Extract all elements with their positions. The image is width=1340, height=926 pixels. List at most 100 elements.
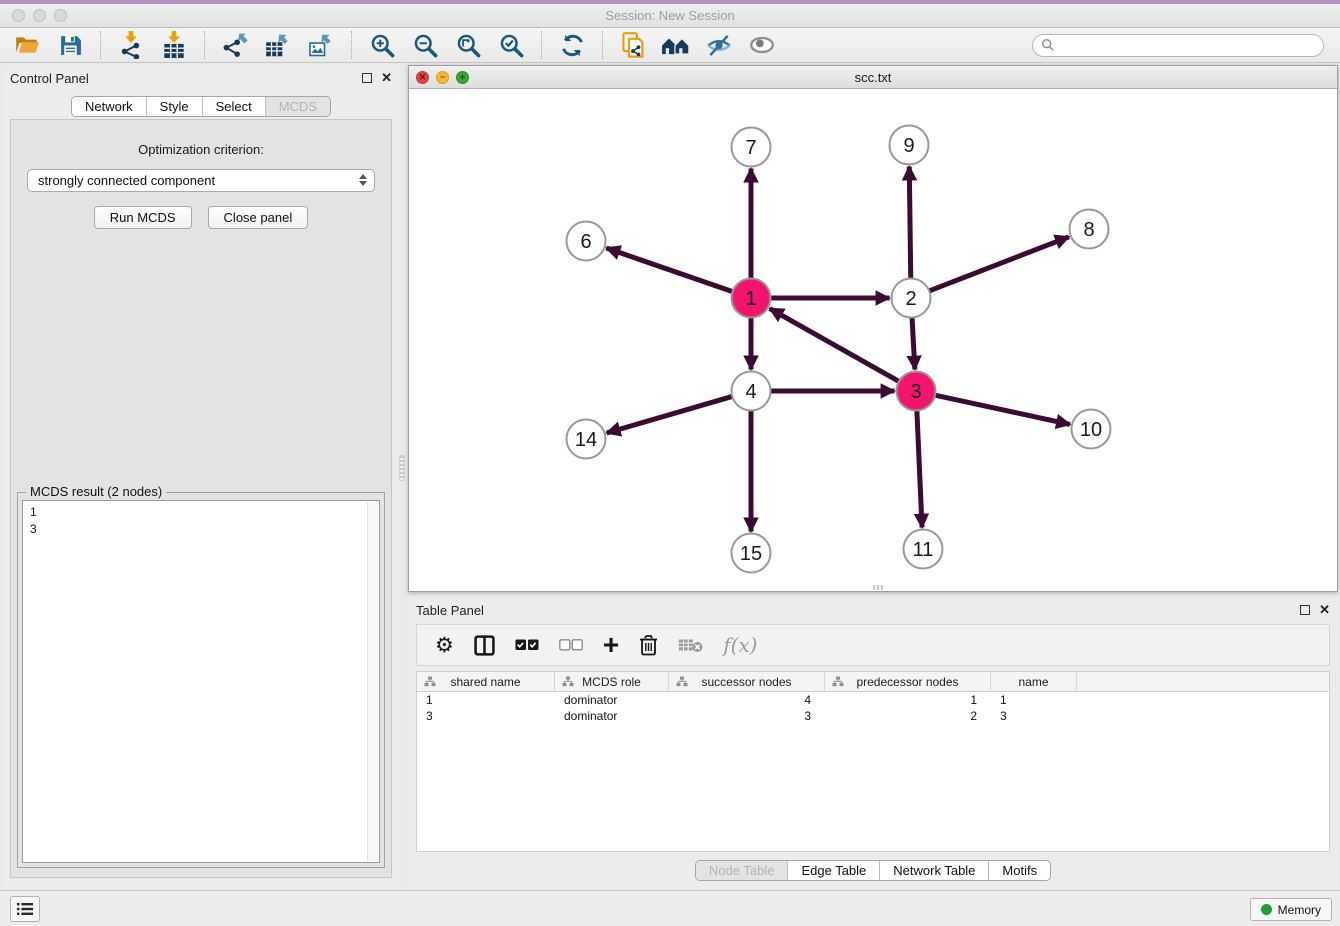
- column-label: predecessor nodes: [856, 675, 958, 689]
- network-window-titlebar[interactable]: ✕ − + scc.txt: [409, 66, 1337, 89]
- bottom-splitter-grip[interactable]: [873, 585, 883, 590]
- table-settings-gear-icon[interactable]: ⚙: [435, 630, 454, 660]
- table-cell-name[interactable]: 1: [991, 692, 1077, 708]
- search-box[interactable]: [1032, 34, 1324, 57]
- show-graphics-details-icon[interactable]: [745, 30, 779, 60]
- edge-2-3[interactable]: [912, 317, 915, 369]
- graph-node-label-14: 14: [575, 429, 597, 451]
- table-panel-title: Table Panel: [416, 603, 484, 618]
- table-cell-successor-nodes[interactable]: 3: [669, 708, 825, 724]
- graph-node-label-11: 11: [913, 539, 934, 561]
- table-tabs: Node TableEdge TableNetwork TableMotifs: [695, 860, 1051, 881]
- column-header-successor-nodes[interactable]: successor nodes: [669, 672, 825, 691]
- zoom-out-icon[interactable]: [408, 30, 442, 60]
- table-cell-name[interactable]: 3: [991, 708, 1077, 724]
- zoom-selected-icon[interactable]: [494, 30, 528, 60]
- control-panel: Control Panel ✕ NetworkStyleSelectMCDS O…: [2, 65, 400, 888]
- tab-network[interactable]: Network: [72, 97, 146, 116]
- zoom-fit-icon[interactable]: [451, 30, 485, 60]
- tab-node-table[interactable]: Node Table: [696, 861, 788, 880]
- table-row[interactable]: 1dominator411: [417, 692, 1329, 708]
- export-network-icon[interactable]: [218, 30, 252, 60]
- float-table-panel-icon[interactable]: [1300, 605, 1310, 615]
- export-table-icon[interactable]: [261, 30, 295, 60]
- table-cell-successor-nodes[interactable]: 4: [669, 692, 825, 708]
- panel-splitter-grip[interactable]: [399, 455, 405, 481]
- table-cell-shared-name[interactable]: 3: [417, 708, 555, 724]
- select-stepper-icon: [359, 174, 367, 186]
- memory-button[interactable]: Memory: [1250, 898, 1332, 921]
- close-table-panel-icon[interactable]: ✕: [1319, 602, 1330, 618]
- network-canvas-svg[interactable]: 7968124314101511: [409, 89, 1337, 591]
- function-builder-label: f(x): [723, 633, 757, 657]
- table-cell-mcds-role[interactable]: dominator: [555, 692, 669, 708]
- mcds-result-textarea[interactable]: 13: [22, 500, 380, 863]
- close-panel-button[interactable]: Close panel: [208, 206, 309, 229]
- tab-mcds[interactable]: MCDS: [265, 97, 330, 116]
- table-toolbar: ⚙ + f(x): [416, 624, 1330, 666]
- edge-3-10[interactable]: [935, 395, 1070, 424]
- graph-node-label-8: 8: [1083, 219, 1094, 241]
- edge-1-6[interactable]: [606, 248, 732, 292]
- tab-edge-table[interactable]: Edge Table: [787, 861, 879, 880]
- zoom-in-icon[interactable]: [365, 30, 399, 60]
- column-header-shared-name[interactable]: shared name: [417, 672, 555, 691]
- close-panel-icon[interactable]: ✕: [381, 70, 392, 86]
- optimization-criterion-label: Optimization criterion:: [11, 142, 391, 157]
- column-label: shared name: [450, 675, 520, 689]
- edge-3-11[interactable]: [917, 410, 922, 527]
- control-panel-tabs: NetworkStyleSelectMCDS: [71, 96, 331, 117]
- search-input[interactable]: [1060, 38, 1315, 52]
- status-bar: Memory: [0, 890, 1340, 926]
- copy-network-to-clipboard-icon[interactable]: [616, 30, 650, 60]
- delete-table-icon: [678, 630, 703, 660]
- column-header-mcds-role[interactable]: MCDS role: [555, 672, 669, 691]
- table-cell-shared-name[interactable]: 1: [417, 692, 555, 708]
- table-cell-mcds-role[interactable]: dominator: [555, 708, 669, 724]
- float-panel-icon[interactable]: [362, 73, 372, 83]
- edge-2-8[interactable]: [929, 237, 1069, 291]
- app-titlebar: Session: New Session: [0, 0, 1340, 28]
- table-row[interactable]: 3dominator323: [417, 708, 1329, 724]
- column-selector-icon[interactable]: [474, 630, 495, 660]
- result-scrollbar[interactable]: [367, 502, 378, 861]
- mcds-result-group: MCDS result (2 nodes) 13: [17, 492, 385, 868]
- import-table-icon[interactable]: [157, 30, 191, 60]
- add-column-icon[interactable]: +: [603, 630, 619, 660]
- table-cell-predecessor-nodes[interactable]: 2: [825, 708, 991, 724]
- column-header-predecessor-nodes[interactable]: predecessor nodes: [825, 672, 991, 691]
- save-session-icon[interactable]: [53, 30, 87, 60]
- open-session-icon[interactable]: [10, 30, 44, 60]
- edge-3-1[interactable]: [770, 309, 899, 382]
- network-window-title: scc.txt: [409, 70, 1337, 85]
- task-history-button[interactable]: [10, 896, 40, 922]
- control-panel-header: Control Panel ✕: [2, 65, 400, 91]
- delete-column-icon[interactable]: [639, 630, 658, 660]
- node-table: shared name MCDS role successor nodes prede…: [416, 671, 1330, 852]
- refresh-view-icon[interactable]: [555, 30, 589, 60]
- mcds-result-title: MCDS result (2 nodes): [26, 484, 166, 499]
- table-cell-predecessor-nodes[interactable]: 1: [825, 692, 991, 708]
- window-top-accent: [0, 0, 1340, 4]
- optimization-criterion-select[interactable]: strongly connected component: [27, 169, 375, 192]
- memory-button-label: Memory: [1278, 903, 1321, 917]
- import-network-icon[interactable]: [114, 30, 148, 60]
- search-icon: [1041, 38, 1055, 52]
- tab-network-table[interactable]: Network Table: [879, 861, 988, 880]
- open-ndex-icon[interactable]: [659, 30, 693, 60]
- tab-style[interactable]: Style: [146, 97, 202, 116]
- tab-motifs[interactable]: Motifs: [988, 861, 1050, 880]
- graph-node-label-9: 9: [903, 135, 914, 157]
- edge-2-9[interactable]: [909, 166, 910, 278]
- hide-graphics-details-icon[interactable]: [702, 30, 736, 60]
- deselect-all-rows-icon[interactable]: [559, 630, 583, 660]
- edge-4-14[interactable]: [607, 396, 733, 433]
- column-label: successor nodes: [701, 675, 791, 689]
- task-list-icon: [16, 901, 34, 917]
- tab-select[interactable]: Select: [202, 97, 265, 116]
- select-all-rows-icon[interactable]: [515, 630, 539, 660]
- column-header-name[interactable]: name: [991, 672, 1077, 691]
- export-image-icon[interactable]: [304, 30, 338, 60]
- run-mcds-button[interactable]: Run MCDS: [94, 206, 192, 229]
- mcds-result-line: 1: [30, 504, 372, 521]
